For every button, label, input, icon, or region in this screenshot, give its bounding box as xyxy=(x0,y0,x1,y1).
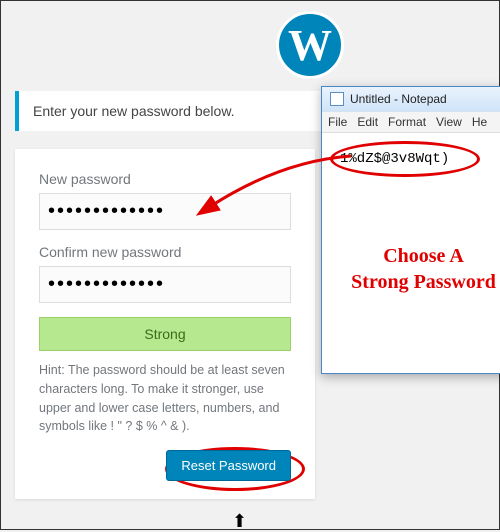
new-password-input[interactable] xyxy=(39,193,291,230)
example-password-text: 1%dZ$@3v8Wqt) xyxy=(340,151,449,167)
confirm-password-input[interactable] xyxy=(39,266,291,303)
menu-edit[interactable]: Edit xyxy=(357,115,378,129)
wordpress-logo: W xyxy=(276,11,344,79)
notepad-titlebar[interactable]: Untitled - Notepad xyxy=(322,87,500,111)
notepad-content-area[interactable]: 1%dZ$@3v8Wqt) Choose A Strong Password xyxy=(322,133,500,373)
reset-password-form: New password Confirm new password Strong… xyxy=(15,149,315,499)
notepad-app-icon xyxy=(330,92,344,106)
cursor-icon: ⬆ xyxy=(232,511,247,532)
reset-password-button[interactable]: Reset Password xyxy=(166,450,291,481)
menu-help[interactable]: He xyxy=(472,115,487,129)
confirm-password-label: Confirm new password xyxy=(39,244,291,260)
password-strength-meter: Strong xyxy=(39,317,291,351)
new-password-label: New password xyxy=(39,171,291,187)
menu-format[interactable]: Format xyxy=(388,115,426,129)
menu-view[interactable]: View xyxy=(436,115,462,129)
password-hint: Hint: The password should be at least se… xyxy=(39,361,291,436)
notepad-menubar[interactable]: File Edit Format View He xyxy=(322,111,500,133)
menu-file[interactable]: File xyxy=(328,115,347,129)
notepad-title-text: Untitled - Notepad xyxy=(350,92,447,106)
notepad-window: Untitled - Notepad File Edit Format View… xyxy=(321,86,500,374)
annotation-caption: Choose A Strong Password xyxy=(322,243,500,295)
